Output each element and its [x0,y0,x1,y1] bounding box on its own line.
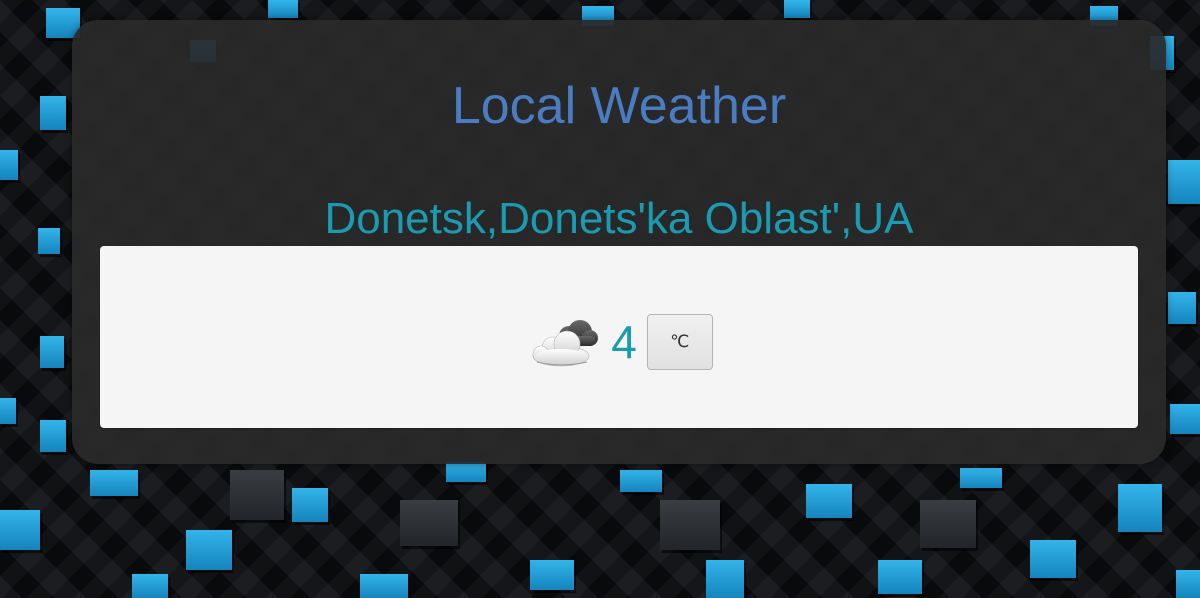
cloud-icon [532,320,599,367]
weather-reading: 4 ℃ [100,314,1138,370]
location-label: Donetsk,Donets'ka Oblast',UA [324,194,914,243]
weather-card: 4 ℃ [100,246,1138,428]
weather-panel: Local Weather Donetsk,Donets'ka Oblast',… [72,20,1166,464]
temperature-value: 4 [611,316,637,368]
page-title: Local Weather [451,77,787,135]
unit-toggle-button[interactable]: ℃ [646,314,713,370]
